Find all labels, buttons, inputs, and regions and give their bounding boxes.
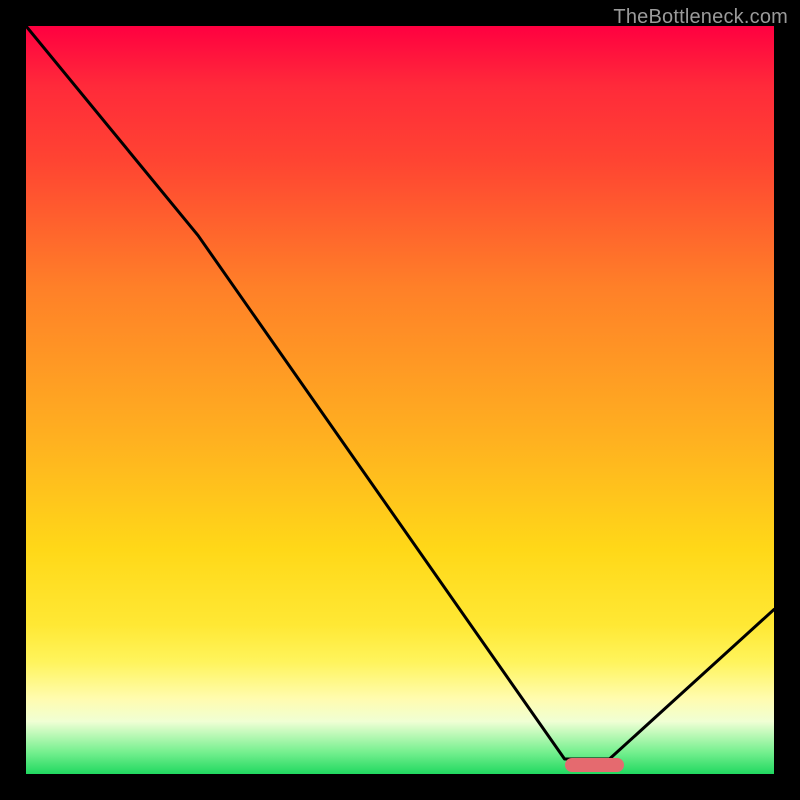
watermark-text: TheBottleneck.com bbox=[613, 6, 788, 29]
chart-frame: TheBottleneck.com bbox=[0, 0, 800, 800]
optimal-range-marker bbox=[565, 758, 625, 772]
bottleneck-curve bbox=[26, 26, 774, 774]
plot-area bbox=[26, 26, 774, 774]
